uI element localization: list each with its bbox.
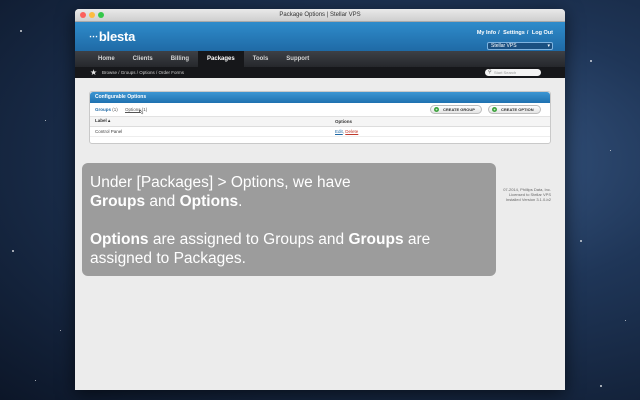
table-row: Control Panel Edit, Delete <box>90 126 550 137</box>
column-header-label[interactable]: Label ▴ <box>90 117 330 127</box>
nav-home[interactable]: Home <box>89 51 124 67</box>
column-header-options: Options <box>330 117 550 127</box>
nav-packages[interactable]: Packages <box>198 51 244 67</box>
main-content: Configurable Options Groups (1) Options … <box>75 78 565 157</box>
settings-link[interactable]: Settings <box>503 30 525 36</box>
top-links: My Info / Settings / Log Out <box>476 30 553 36</box>
plus-icon: + <box>492 107 497 112</box>
title-bar: Package Options | Stellar VPS <box>75 9 565 22</box>
nav-tools[interactable]: Tools <box>244 51 278 67</box>
options-table: Label ▴ Options Control Panel Edit, Dele… <box>90 117 550 137</box>
search-icon: ⚲ <box>488 69 492 75</box>
close-window-button[interactable] <box>80 12 86 18</box>
blesta-logo[interactable]: ⋯blesta <box>89 29 135 44</box>
my-info-link[interactable]: My Info <box>477 30 496 36</box>
footer-info: 07-2014, Phillips Data, Inc. Licensed to… <box>503 187 551 202</box>
create-option-button[interactable]: + CREATE OPTION <box>488 105 541 114</box>
search-input[interactable]: ⚲ Start Search <box>485 69 541 76</box>
logout-link[interactable]: Log Out <box>532 30 553 36</box>
nav-billing[interactable]: Billing <box>162 51 198 67</box>
configurable-options-panel: Configurable Options Groups (1) Options … <box>89 91 551 144</box>
tab-groups[interactable]: Groups (1) <box>95 107 118 112</box>
company-select-value: Stellar VPS <box>491 43 517 49</box>
pointer-cursor-icon: ⬁ <box>138 109 144 116</box>
sub-nav: ★ Browse / Groups / Options / Order Form… <box>75 67 565 78</box>
nav-support[interactable]: Support <box>277 51 318 67</box>
minimize-window-button[interactable] <box>89 12 95 18</box>
app-header: ⋯blesta My Info / Settings / Log Out Stell… <box>75 22 565 51</box>
tutorial-caption: Under [Packages] > Options, we have Grou… <box>82 163 496 276</box>
delete-link[interactable]: Delete <box>345 129 358 134</box>
create-group-button[interactable]: + CREATE GROUP <box>430 105 482 114</box>
panel-tabs: Groups (1) Options (1) ⬁ + CREATE GROUP … <box>90 103 550 117</box>
edit-link[interactable]: Edit <box>335 129 343 134</box>
company-select[interactable]: Stellar VPS ▾ <box>487 42 553 50</box>
plus-icon: + <box>434 107 439 112</box>
window-title: Package Options | Stellar VPS <box>279 12 361 18</box>
zoom-window-button[interactable] <box>98 12 104 18</box>
chevron-down-icon: ▾ <box>547 43 550 49</box>
nav-clients[interactable]: Clients <box>124 51 162 67</box>
window-controls <box>80 12 104 18</box>
star-icon[interactable]: ★ <box>90 67 97 78</box>
main-nav: Home Clients Billing Packages Tools Supp… <box>75 51 565 67</box>
row-label: Control Panel <box>90 126 330 137</box>
panel-title: Configurable Options <box>90 92 550 103</box>
breadcrumb[interactable]: Browse / Groups / Options / Order Forms <box>102 67 184 78</box>
